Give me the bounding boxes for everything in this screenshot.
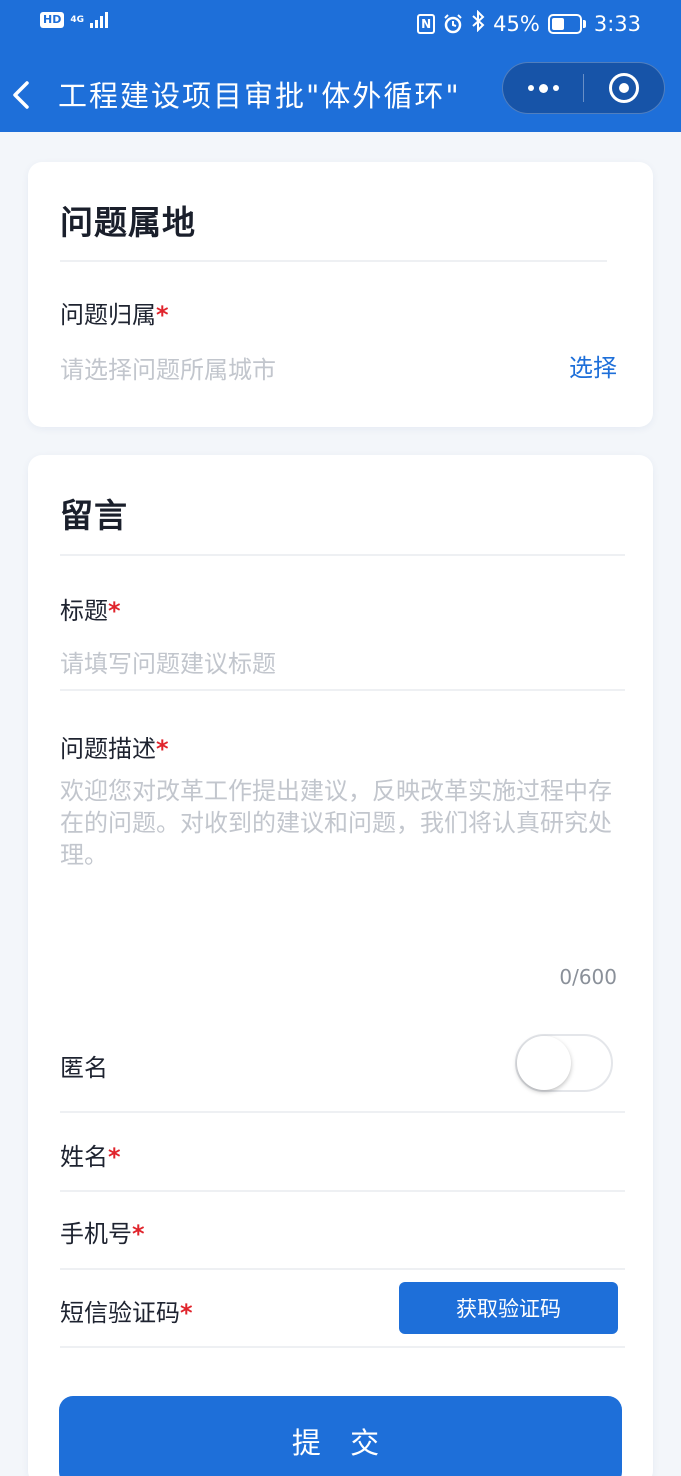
status-bar: HD 4G N 45% 3:33 <box>0 0 681 48</box>
sms-code-label: 短信验证码* <box>60 1293 193 1328</box>
network-label: 4G <box>70 14 84 25</box>
more-dot-icon <box>552 85 559 91</box>
submit-button[interactable]: 提 交 <box>59 1396 622 1476</box>
status-right: N 45% 3:33 <box>417 9 641 37</box>
more-dot-icon <box>527 85 534 91</box>
city-select-field[interactable]: 请选择问题所属城市 <box>60 350 276 385</box>
anonymous-label: 匿名 <box>60 1054 108 1082</box>
back-arrow-icon[interactable] <box>10 80 32 110</box>
bluetooth-icon <box>471 9 485 37</box>
message-section-title: 留言 <box>60 496 128 535</box>
status-left: HD 4G <box>40 12 108 28</box>
battery-percent: 45% <box>493 11 540 36</box>
target-icon <box>608 73 639 103</box>
battery-fill <box>551 17 564 30</box>
divider <box>60 260 607 262</box>
anonymous-toggle[interactable] <box>515 1034 613 1092</box>
description-label-text: 问题描述 <box>60 735 156 763</box>
name-label-text: 姓名 <box>60 1143 108 1171</box>
subject-label-text: 标题 <box>60 597 108 625</box>
divider <box>60 1268 625 1270</box>
phone-label-text: 手机号 <box>60 1220 132 1248</box>
divider <box>60 1111 625 1113</box>
hd-badge: HD <box>40 12 65 28</box>
char-counter: 0/600 <box>559 965 617 989</box>
app-header: HD 4G N 45% 3:33 工程建设项目审批"体外循环" <box>0 0 681 132</box>
battery-icon <box>547 13 586 34</box>
required-mark: * <box>180 1299 193 1327</box>
required-mark: * <box>108 597 121 625</box>
message-card: 留言 标题* 请填写问题建议标题 问题描述* 欢迎您对改革工作提出建议，反映改革… <box>28 455 653 1476</box>
divider <box>60 554 625 556</box>
more-dot-icon <box>538 83 548 93</box>
description-label: 问题描述* <box>60 729 169 764</box>
required-mark: * <box>108 1143 121 1171</box>
location-section-title: 问题属地 <box>60 203 196 242</box>
divider <box>60 689 625 691</box>
name-label: 姓名* <box>60 1137 121 1172</box>
city-select-button[interactable]: 选择 <box>569 348 617 383</box>
get-code-button[interactable]: 获取验证码 <box>399 1282 618 1334</box>
nav-bar: 工程建设项目审批"体外循环" <box>0 56 681 132</box>
signal-icon <box>90 12 108 28</box>
status-time: 3:33 <box>593 11 641 36</box>
required-mark: * <box>156 301 169 329</box>
problem-location-label-text: 问题归属 <box>60 301 156 329</box>
subject-label: 标题* <box>60 591 121 626</box>
toggle-knob <box>517 1036 571 1090</box>
close-miniprogram-button[interactable] <box>584 62 664 114</box>
problem-location-label: 问题归属* <box>60 295 169 330</box>
page-title: 工程建设项目审批"体外循环" <box>58 79 461 113</box>
subject-input[interactable]: 请填写问题建议标题 <box>60 644 276 679</box>
required-mark: * <box>156 735 169 763</box>
more-button[interactable] <box>503 62 583 114</box>
required-mark: * <box>132 1220 145 1248</box>
sms-code-label-text: 短信验证码 <box>60 1299 180 1327</box>
mini-program-capsule <box>502 62 665 114</box>
divider <box>60 1346 625 1348</box>
description-textarea[interactable]: 欢迎您对改革工作提出建议，反映改革实施过程中存在的问题。对收到的建议和问题，我们… <box>60 775 620 975</box>
alarm-icon <box>443 13 463 34</box>
divider <box>60 1190 625 1192</box>
phone-label: 手机号* <box>60 1214 145 1249</box>
nfc-icon: N <box>417 13 436 34</box>
network-type: 4G <box>70 14 84 25</box>
location-card: 问题属地 问题归属* 请选择问题所属城市 选择 <box>28 162 653 427</box>
